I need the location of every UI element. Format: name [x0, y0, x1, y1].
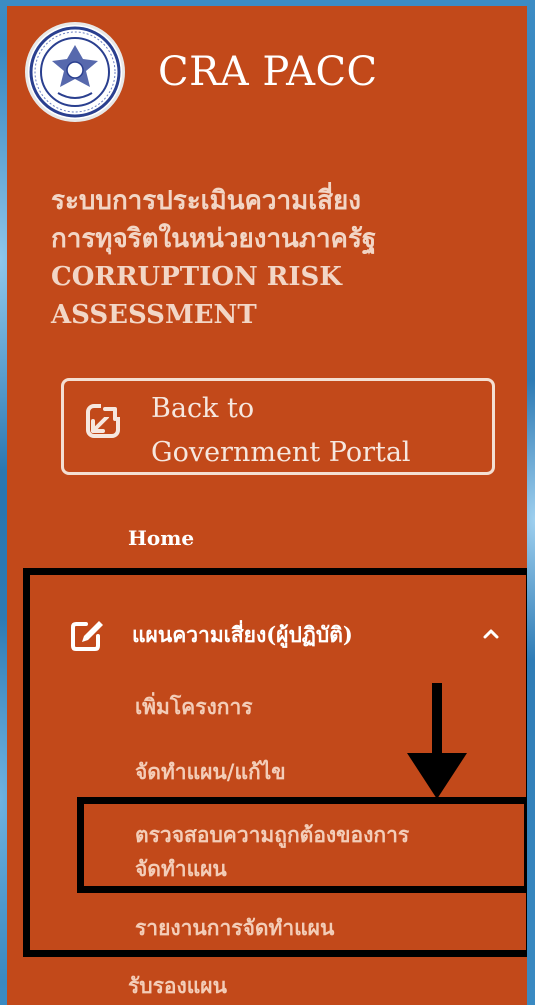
nav-group-header[interactable]: แผนความเสี่ยง(ผู้ปฏิบัติ)	[70, 615, 510, 655]
back-to-portal-label: Back to Government Portal	[151, 387, 471, 475]
system-title: ระบบการประเมินความเสี่ยง การทุจริตในหน่ว…	[51, 182, 491, 334]
pacc-seal-logo-icon	[25, 22, 125, 122]
back-to-portal-button[interactable]: Back to Government Portal	[61, 378, 495, 475]
brand-header[interactable]: CRA PACC	[25, 22, 378, 122]
nav-subitem-create-edit-plan[interactable]: จัดทำแผน/แก้ไข	[135, 756, 286, 789]
nav-subitem-add-project[interactable]: เพิ่มโครงการ	[135, 691, 253, 724]
chevron-up-icon[interactable]	[482, 625, 500, 643]
back-to-portal-line: Back to	[151, 393, 255, 424]
system-title-line: CORRUPTION RISK	[51, 262, 342, 292]
nav-subitem-verify-plan-line: ตรวจสอบความถูกต้องของการ	[135, 822, 410, 847]
arrow-down-icon	[407, 683, 467, 799]
brand-name: CRA PACC	[158, 49, 378, 95]
sidebar-panel: CRA PACC ระบบการประเมินความเสี่ยง การทุจ…	[7, 6, 527, 1005]
back-to-portal-line: Government Portal	[151, 437, 411, 468]
nav-group-risk-plan: แผนความเสี่ยง(ผู้ปฏิบัติ) เพิ่มโครงการ จ…	[23, 568, 527, 957]
system-title-line: ASSESSMENT	[51, 300, 257, 330]
nav-subitem-verify-plan[interactable]: ตรวจสอบความถูกต้องของการ จัดทำแผน	[135, 818, 409, 886]
nav-subitem-verify-plan-line: จัดทำแผน	[135, 856, 227, 881]
nav-item-home[interactable]: Home	[128, 526, 194, 550]
edit-icon	[71, 621, 103, 651]
system-title-line: ระบบการประเมินความเสี่ยง	[51, 186, 361, 216]
highlight-box: ตรวจสอบความถูกต้องของการ จัดทำแผน	[77, 797, 527, 893]
nav-group-label: แผนความเสี่ยง(ผู้ปฏิบัติ)	[132, 621, 353, 647]
nav-subitem-plan-report[interactable]: รายงานการจัดทำแผน	[135, 912, 334, 945]
nav-item-approve-plan[interactable]: รับรองแผน	[128, 970, 227, 1003]
system-title-line: การทุจริตในหน่วยงานภาครัฐ	[51, 224, 377, 254]
external-link-icon	[86, 403, 121, 438]
